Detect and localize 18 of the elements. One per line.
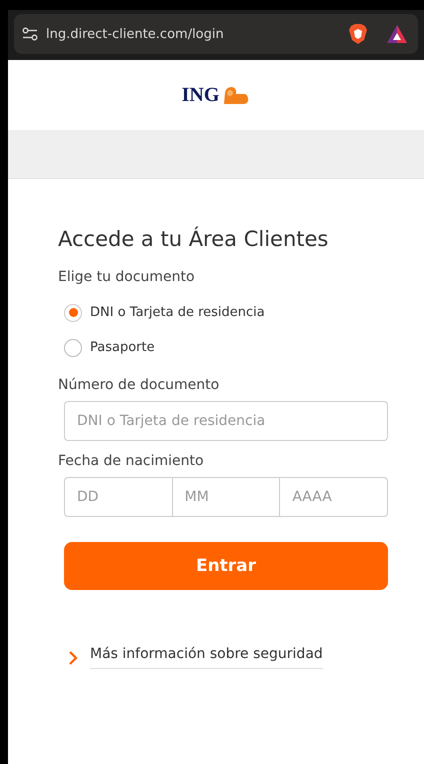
logo-text: ING (182, 85, 220, 105)
chevron-icon (68, 650, 78, 666)
field-label: Elige tu documento (58, 269, 195, 285)
radio-label[interactable]: Pasaporte (90, 340, 155, 355)
triangle-icon[interactable] (386, 24, 408, 44)
field-label: Número de documento (58, 377, 220, 393)
radio-button[interactable] (64, 304, 82, 322)
input-field[interactable]: DNI o Tarjeta de residencia (64, 401, 388, 441)
input-field[interactable]: DD (64, 477, 172, 517)
input-field[interactable]: MM (172, 477, 280, 517)
address-bar[interactable]: lng.direct-cliente.com/login (14, 14, 418, 54)
settings-sliders-icon[interactable] (22, 27, 38, 41)
input-field[interactable]: AAAA (279, 477, 388, 517)
security-link[interactable]: Más información sobre seguridad (90, 646, 323, 669)
radio-button[interactable] (64, 338, 82, 356)
radio-label[interactable]: DNI o Tarjeta de residencia (90, 305, 265, 320)
field-label: Fecha de nacimiento (58, 453, 204, 469)
page-title: Accede a tu Área Clientes (58, 227, 328, 251)
